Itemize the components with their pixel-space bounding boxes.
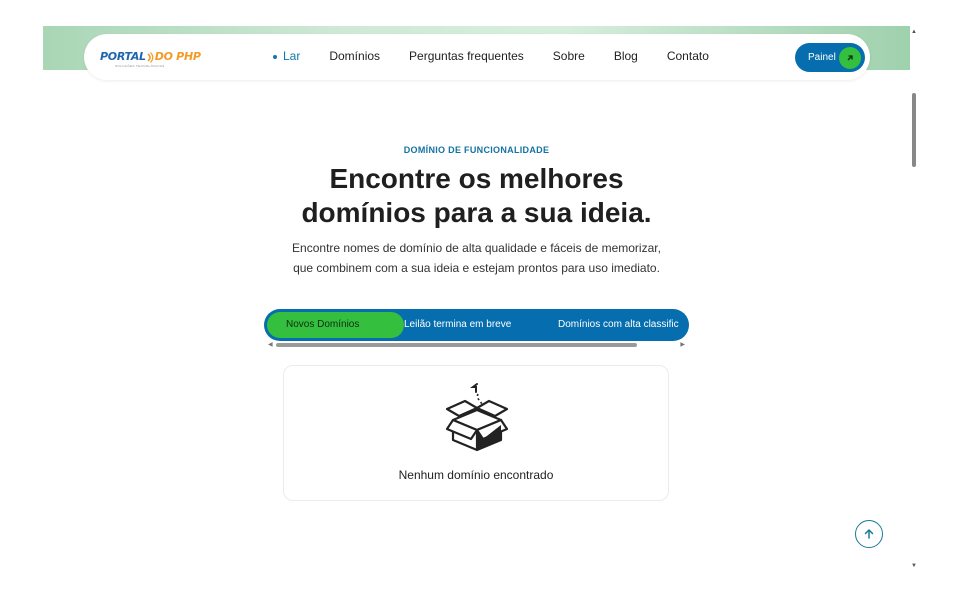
nav-item-lar[interactable]: Lar (273, 49, 300, 63)
page-description: Encontre nomes de domínio de alta qualid… (292, 241, 661, 275)
empty-state-card: Nenhum domínio encontrado (283, 365, 669, 501)
tab-leilao-termina-em-breve[interactable]: Leilão termina em breve (404, 309, 511, 341)
tab-dominios-alta-classificacao[interactable]: Domínios com alta classific (558, 309, 679, 341)
navbar: PORTAL DO PHP SOLUÇÕES TECNOLÓGICAS Lar D… (84, 34, 870, 80)
scroll-down-arrow-icon[interactable]: ▼ (911, 563, 917, 569)
domain-tabs: Novos Domínios Leilão termina em breve D… (264, 309, 689, 341)
nav-item-contato[interactable]: Contato (667, 49, 709, 63)
active-dot-icon (273, 54, 277, 59)
empty-state-message: Nenhum domínio encontrado (398, 468, 554, 482)
sound-wave-icon (147, 51, 154, 63)
arrow-up-right-icon (839, 47, 861, 69)
nav-item-blog[interactable]: Blog (614, 49, 638, 63)
scroll-right-arrow-icon[interactable]: ▶ (680, 341, 685, 348)
tab-novos-dominios[interactable]: Novos Domínios (267, 312, 404, 338)
portal-do-php-logo[interactable]: PORTAL DO PHP SOLUÇÕES TECNOLÓGICAS (100, 47, 201, 69)
scroll-up-arrow-icon[interactable]: ▲ (911, 29, 917, 35)
page-scrollbar-thumb[interactable] (912, 93, 916, 167)
tabs-horizontal-scrollbar[interactable]: ◀ ▶ (268, 341, 685, 348)
nav-links: Lar Domínios Perguntas frequentes Sobre … (273, 49, 738, 63)
open-box-icon (445, 383, 509, 452)
panel-button[interactable]: Painel (795, 43, 865, 72)
nav-item-dominios[interactable]: Domínios (329, 49, 380, 63)
scroll-to-top-button[interactable] (855, 520, 883, 548)
tabs-scrollbar-thumb[interactable] (276, 343, 637, 347)
arrow-up-icon (864, 529, 874, 539)
page-title: Encontre os melhores domínios para a sua… (301, 163, 652, 228)
nav-item-perguntas-frequentes[interactable]: Perguntas frequentes (409, 49, 524, 63)
nav-item-sobre[interactable]: Sobre (553, 49, 585, 63)
section-eyebrow: DOMÍNIO DE FUNCIONALIDADE (403, 145, 550, 155)
scroll-left-arrow-icon[interactable]: ◀ (268, 341, 273, 348)
